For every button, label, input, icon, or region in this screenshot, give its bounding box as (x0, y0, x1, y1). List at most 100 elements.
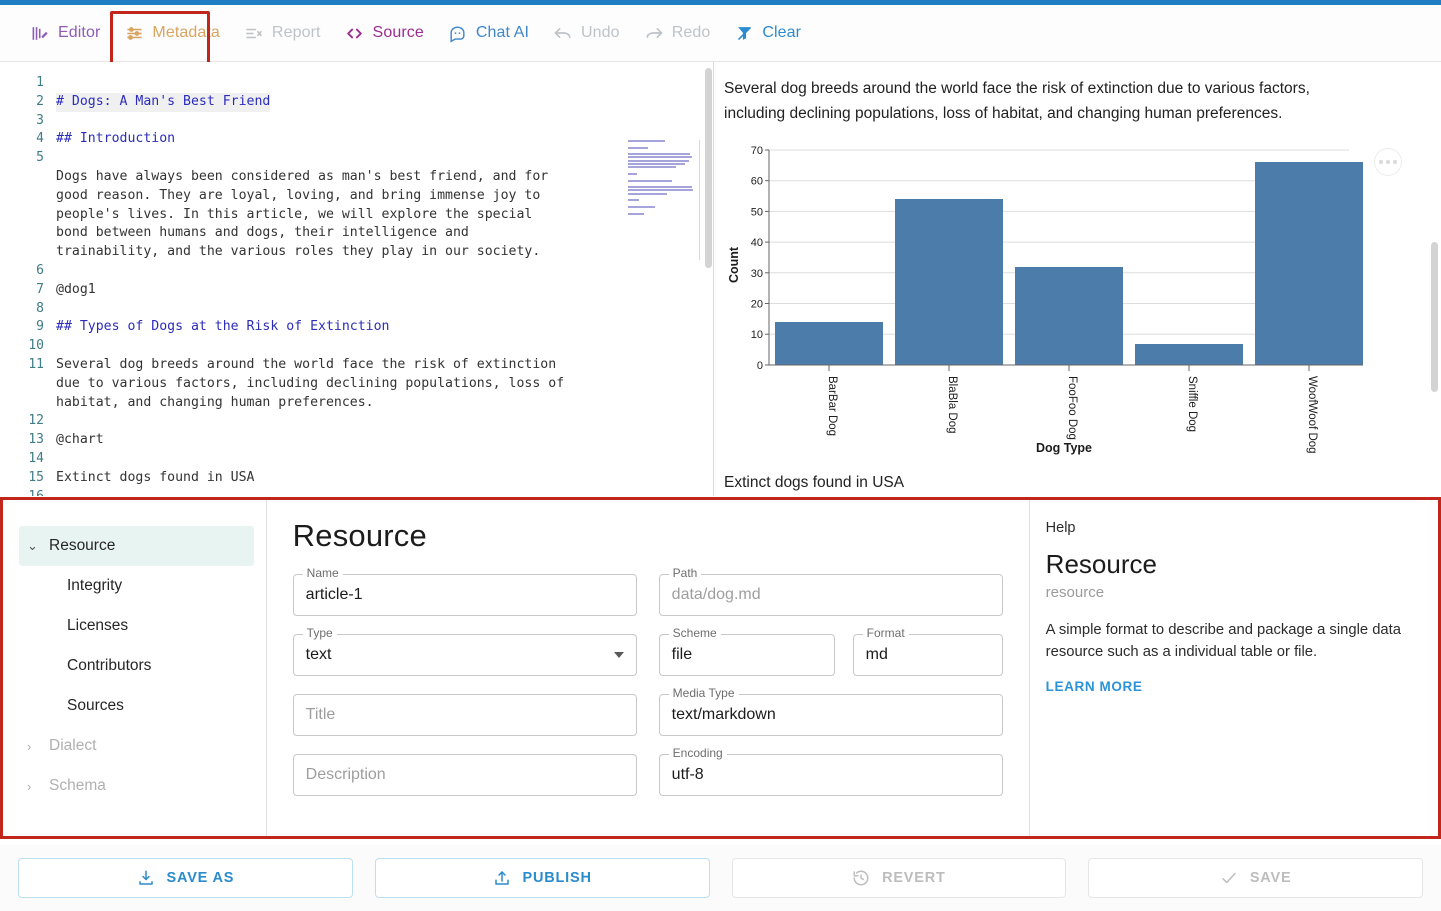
sidebar-label-integrity: Integrity (67, 577, 123, 594)
form-row-type-scheme-format: Type text Scheme file Format md (292, 627, 1003, 676)
preview-pane: Several dog breeds around the world face… (714, 62, 1440, 496)
bar-sniffle-dog[interactable] (1135, 344, 1243, 365)
bar-woofwoof-dog[interactable] (1255, 162, 1363, 365)
editor-preview-split: 1 2 3 4 5 6 7 8 9 10 11 12 13 14 15 16 #… (0, 62, 1441, 496)
save-as-button[interactable]: SAVE AS (18, 858, 353, 898)
title-field[interactable]: Title (292, 694, 637, 736)
type-select[interactable]: Type text (292, 627, 637, 676)
markdown-editor-pane[interactable]: 1 2 3 4 5 6 7 8 9 10 11 12 13 14 15 16 #… (0, 62, 714, 496)
revert-icon (852, 869, 870, 887)
toolbar-label-undo: Undo (581, 24, 620, 41)
preview-scrollbar[interactable] (1431, 242, 1438, 392)
encoding-field[interactable]: Encoding utf-8 (658, 747, 1003, 796)
line-number: 4 (36, 131, 44, 147)
help-body: A simple format to describe and package … (1045, 621, 1402, 660)
y-tick-label: 20 (751, 299, 763, 311)
toolbar-label-chat-ai: Chat AI (475, 24, 530, 41)
y-tick-label: 60 (751, 176, 763, 188)
name-field-value: article-1 (305, 586, 363, 603)
toolbar-button-source[interactable]: Source (333, 11, 436, 55)
description-field[interactable]: Description (292, 754, 637, 796)
metadata-form: Resource Name article-1 Path data/dog.md… (267, 500, 1029, 836)
scheme-field-label: Scheme (668, 627, 721, 639)
toolbar-label-metadata: Metadata (152, 24, 220, 41)
path-field-label: Path (668, 567, 702, 579)
format-field-value: md (865, 646, 888, 663)
sidebar-label-resource: Resource (49, 537, 116, 554)
editor-line-numbers: 1 2 3 4 5 6 7 8 9 10 11 12 13 14 15 16 (0, 62, 56, 496)
redo-icon (644, 23, 664, 43)
name-field-label: Name (302, 567, 343, 579)
metadata-icon (124, 23, 144, 43)
more-options-icon[interactable] (1374, 148, 1402, 176)
toolbar-button-redo: Redo (632, 11, 723, 55)
x-tick-label: BlaBla Dog (946, 376, 958, 434)
chevron-down-icon[interactable] (613, 652, 624, 658)
sidebar-item-contributors[interactable]: Contributors (19, 646, 254, 686)
line-number: 1 (36, 75, 44, 90)
editor-code-content[interactable]: # Dogs: A Man's Best Friend ## Introduct… (56, 74, 616, 496)
format-field[interactable]: Format md (852, 627, 1003, 676)
toolbar-button-metadata[interactable]: Metadata (112, 11, 232, 55)
line-number: 14 (28, 450, 44, 466)
chart-y-axis-label: Count (727, 246, 741, 283)
x-tick-label: WoofWoof Dog (1306, 376, 1318, 454)
check-icon (1220, 869, 1238, 887)
editor-icon (30, 23, 50, 43)
save-button: SAVE (1088, 858, 1423, 898)
path-field[interactable]: Path data/dog.md (658, 567, 1003, 616)
code-line-caption: Extinct dogs found in USA (56, 469, 255, 485)
preview-caption: Extinct dogs found in USA (724, 474, 905, 491)
y-tick-label: 10 (751, 329, 763, 341)
revert-button: REVERT (731, 858, 1067, 898)
line-number-spacer (0, 375, 56, 413)
editor-minimap[interactable] (628, 140, 700, 260)
toolbar-button-chat-ai[interactable]: Chat AI (436, 11, 541, 55)
publish-button[interactable]: PUBLISH (374, 858, 710, 898)
preview-paragraph: Several dog breeds around the world face… (724, 80, 1310, 122)
revert-label: REVERT (882, 870, 946, 886)
sidebar-item-licenses[interactable]: Licenses (19, 606, 254, 646)
line-number-spacer (0, 168, 56, 262)
code-line-heading-3: ## Types of Dogs at the Risk of Extincti… (56, 319, 390, 335)
editor-scrollbar[interactable] (705, 68, 712, 268)
sidebar-item-sources[interactable]: Sources (19, 686, 254, 726)
scheme-field[interactable]: Scheme file (658, 627, 835, 676)
media-type-field-value: text/markdown (671, 706, 776, 723)
sidebar-item-resource[interactable]: ⌄ Resource (19, 526, 254, 566)
learn-more-link[interactable]: LEARN MORE (1046, 679, 1143, 694)
sidebar-label-licenses: Licenses (67, 617, 129, 634)
line-number: 11 (28, 356, 44, 372)
bar-foofoo-dog[interactable] (1015, 267, 1123, 365)
bar-chart[interactable]: 70 60 50 40 30 20 10 0 Count BarBar Dog … (724, 140, 1404, 470)
bar-barbar-dog[interactable] (775, 322, 883, 365)
toolbar-button-undo: Undo (541, 11, 632, 55)
code-line-directive-dog1: @dog1 (56, 281, 96, 297)
line-number: 6 (36, 262, 44, 278)
help-panel: Help Resource resource A simple format t… (1028, 500, 1438, 836)
y-tick-label: 50 (751, 206, 763, 218)
save-as-label: SAVE AS (166, 870, 235, 886)
toolbar-label-redo: Redo (671, 24, 711, 41)
sidebar-label-schema: Schema (49, 777, 106, 794)
toolbar-button-clear[interactable]: Clear (722, 11, 813, 55)
name-field[interactable]: Name article-1 (292, 567, 637, 616)
chevron-down-icon: ⌄ (27, 538, 38, 553)
line-number: 15 (28, 469, 44, 485)
sidebar-item-integrity[interactable]: Integrity (19, 566, 254, 606)
sidebar-label-contributors: Contributors (67, 657, 152, 674)
bar-blabla-dog[interactable] (895, 199, 1003, 365)
sidebar-item-schema: › Schema (19, 766, 254, 806)
toolbar-button-editor[interactable]: Editor (18, 11, 112, 55)
chevron-right-icon: › (27, 738, 32, 754)
code-line-heading-2: ## Introduction (56, 131, 176, 147)
title-field-placeholder: Title (305, 706, 336, 723)
app-root: Editor Metadata Report Source Chat AI Un… (0, 0, 1441, 911)
y-tick-label: 0 (757, 360, 763, 372)
help-title: Resource (1045, 549, 1157, 579)
report-icon (244, 23, 264, 43)
media-type-field[interactable]: Media Type text/markdown (658, 687, 1003, 736)
clear-icon (734, 23, 754, 43)
form-row-description-encoding: Description Encoding utf-8 (292, 747, 1003, 796)
metadata-sidebar: ⌄ Resource Integrity Licenses Contributo… (3, 500, 267, 836)
